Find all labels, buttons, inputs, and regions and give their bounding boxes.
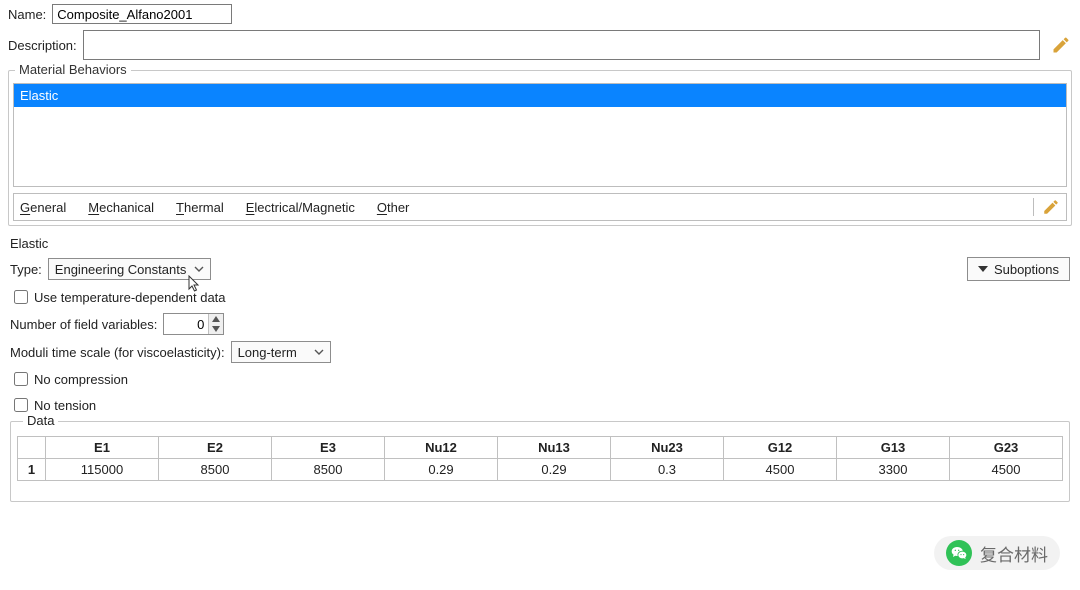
cell-nu13[interactable]: 0.29 xyxy=(498,459,611,481)
behavior-category-tabs: General Mechanical Thermal Electrical/Ma… xyxy=(13,193,1067,221)
col-e1[interactable]: E1 xyxy=(46,437,159,459)
description-label: Description: xyxy=(8,38,77,53)
cell-e1[interactable]: 115000 xyxy=(46,459,159,481)
tab-mechanical[interactable]: Mechanical xyxy=(88,200,154,215)
tab-electrical-magnetic[interactable]: Electrical/Magnetic xyxy=(246,200,355,215)
col-g13[interactable]: G13 xyxy=(837,437,950,459)
material-behaviors-legend: Material Behaviors xyxy=(15,62,131,77)
caret-down-icon xyxy=(978,264,988,274)
col-g12[interactable]: G12 xyxy=(724,437,837,459)
no-tension-label: No tension xyxy=(34,398,96,413)
tab-other[interactable]: Other xyxy=(377,200,410,215)
col-nu23[interactable]: Nu23 xyxy=(611,437,724,459)
row-number: 1 xyxy=(18,459,46,481)
watermark-text: 复合材料 xyxy=(980,541,1048,566)
cell-g23[interactable]: 4500 xyxy=(950,459,1063,481)
suboptions-label: Suboptions xyxy=(994,262,1059,277)
cell-e3[interactable]: 8500 xyxy=(272,459,385,481)
col-e2[interactable]: E2 xyxy=(159,437,272,459)
chevron-down-icon xyxy=(192,262,206,276)
type-select-value: Engineering Constants xyxy=(55,262,187,277)
material-behaviors-list[interactable]: Elastic xyxy=(13,83,1067,187)
name-label: Name: xyxy=(8,7,46,22)
description-input[interactable] xyxy=(83,30,1040,60)
field-variables-stepper[interactable] xyxy=(163,313,224,335)
data-table[interactable]: E1 E2 E3 Nu12 Nu13 Nu23 G12 G13 G23 1 11… xyxy=(17,436,1063,481)
edit-behaviors-icon[interactable] xyxy=(1033,198,1060,216)
data-legend: Data xyxy=(23,413,58,428)
edit-description-icon[interactable] xyxy=(1050,34,1072,56)
suboptions-button[interactable]: Suboptions xyxy=(967,257,1070,281)
no-compression-checkbox[interactable] xyxy=(14,372,28,386)
cell-e2[interactable]: 8500 xyxy=(159,459,272,481)
no-tension-checkbox[interactable] xyxy=(14,398,28,412)
type-label: Type: xyxy=(10,262,42,277)
moduli-time-scale-label: Moduli time scale (for viscoelasticity): xyxy=(10,345,225,360)
name-input[interactable] xyxy=(52,4,232,24)
col-g23[interactable]: G23 xyxy=(950,437,1063,459)
cell-g13[interactable]: 3300 xyxy=(837,459,950,481)
cell-nu12[interactable]: 0.29 xyxy=(385,459,498,481)
cell-nu23[interactable]: 0.3 xyxy=(611,459,724,481)
table-row[interactable]: 1 115000 8500 8500 0.29 0.29 0.3 4500 33… xyxy=(18,459,1063,481)
stepper-up-icon[interactable] xyxy=(209,314,223,324)
col-nu13[interactable]: Nu13 xyxy=(498,437,611,459)
elastic-section-title: Elastic xyxy=(10,236,1070,251)
type-select[interactable]: Engineering Constants xyxy=(48,258,212,280)
cell-g12[interactable]: 4500 xyxy=(724,459,837,481)
col-e3[interactable]: E3 xyxy=(272,437,385,459)
table-header-row: E1 E2 E3 Nu12 Nu13 Nu23 G12 G13 G23 xyxy=(18,437,1063,459)
field-variables-input[interactable] xyxy=(164,314,208,334)
stepper-buttons[interactable] xyxy=(208,314,223,334)
tab-thermal[interactable]: Thermal xyxy=(176,200,224,215)
stepper-down-icon[interactable] xyxy=(209,324,223,334)
material-behaviors-group: Material Behaviors Elastic General Mecha… xyxy=(8,70,1072,226)
data-group: Data E1 E2 E3 Nu12 Nu13 Nu23 G12 G13 G23 xyxy=(10,421,1070,502)
wechat-icon xyxy=(946,540,972,566)
col-nu12[interactable]: Nu12 xyxy=(385,437,498,459)
use-temperature-checkbox[interactable] xyxy=(14,290,28,304)
moduli-time-scale-select[interactable]: Long-term xyxy=(231,341,331,363)
use-temperature-label: Use temperature-dependent data xyxy=(34,290,226,305)
chevron-down-icon xyxy=(312,345,326,359)
field-variables-label: Number of field variables: xyxy=(10,317,157,332)
tab-general[interactable]: General xyxy=(20,200,66,215)
behavior-item-elastic[interactable]: Elastic xyxy=(14,84,1066,107)
watermark: 复合材料 xyxy=(934,536,1060,570)
moduli-time-scale-value: Long-term xyxy=(238,345,297,360)
no-compression-label: No compression xyxy=(34,372,128,387)
row-number-header xyxy=(18,437,46,459)
